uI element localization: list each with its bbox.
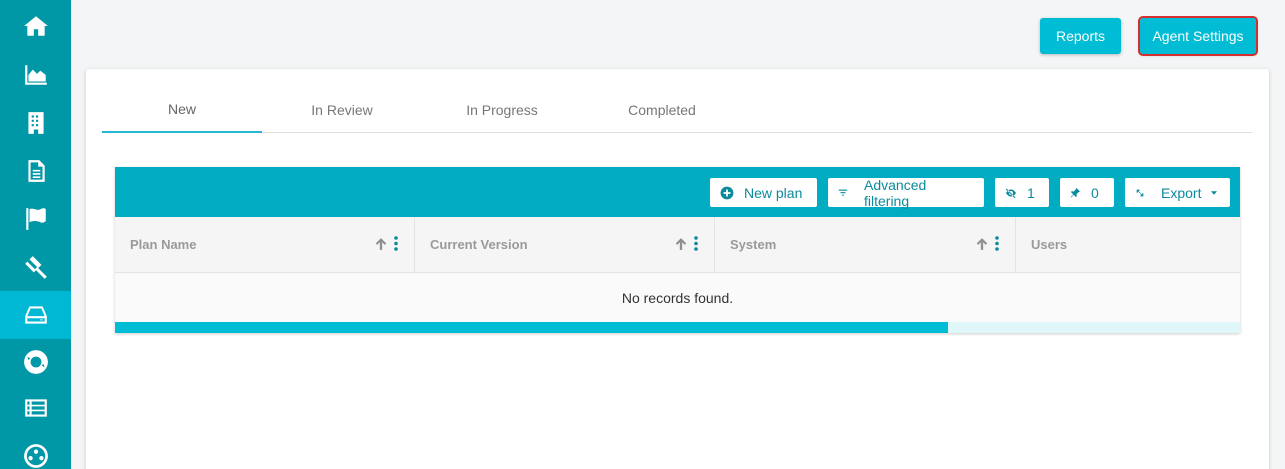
- list-icon: [24, 399, 47, 417]
- gavel-icon: [24, 256, 47, 279]
- sidebar-item-legal[interactable]: [0, 243, 71, 291]
- pin-icon: [1070, 187, 1081, 198]
- sort-up-icon[interactable]: [674, 237, 688, 251]
- column-system[interactable]: System: [715, 217, 1016, 273]
- plus-circle-icon: [720, 186, 734, 200]
- reports-button[interactable]: Reports: [1040, 18, 1121, 54]
- horizontal-scrollbar[interactable]: [115, 322, 1240, 333]
- new-plan-label: New plan: [744, 184, 803, 201]
- export-label: Export: [1161, 184, 1202, 201]
- tab-completed[interactable]: Completed: [582, 87, 742, 133]
- hidden-columns-button[interactable]: 1: [995, 178, 1049, 207]
- column-users[interactable]: Users: [1016, 217, 1240, 273]
- area-chart-icon: [24, 65, 47, 85]
- sidebar: [0, 0, 71, 469]
- column-label: Users: [1031, 237, 1068, 252]
- drive-icon: [24, 306, 47, 324]
- sidebar-item-home[interactable]: [0, 2, 71, 50]
- sidebar-item-support[interactable]: [0, 338, 71, 386]
- tab-new[interactable]: New: [102, 87, 262, 133]
- agent-settings-button[interactable]: Agent Settings: [1138, 16, 1258, 56]
- empty-message: No records found.: [115, 273, 1240, 323]
- table-toolbar: New plan Advanced filtering 1 0 Export: [115, 167, 1240, 217]
- hidden-columns-count: 1: [1027, 184, 1035, 201]
- flag-icon: [25, 208, 46, 230]
- document-icon: [27, 160, 45, 182]
- sidebar-item-list[interactable]: [0, 384, 71, 432]
- sidebar-item-storage[interactable]: [0, 291, 71, 339]
- column-menu-icon[interactable]: [394, 236, 398, 251]
- status-tabs: New In Review In Progress Completed: [102, 87, 1252, 133]
- column-current-version[interactable]: Current Version: [415, 217, 715, 273]
- caret-down-icon: [1211, 190, 1218, 195]
- pinned-columns-count: 0: [1091, 184, 1099, 201]
- lifebuoy-icon: [23, 350, 48, 374]
- table-header: Plan Name Current Version System Users: [115, 217, 1240, 273]
- export-icon: [1135, 188, 1145, 198]
- plans-card: New In Review In Progress Completed New …: [86, 69, 1269, 469]
- export-button[interactable]: Export: [1125, 178, 1230, 207]
- network-icon: [23, 444, 48, 468]
- advanced-filtering-button[interactable]: Advanced filtering: [828, 176, 984, 209]
- home-icon: [23, 16, 48, 36]
- column-plan-name[interactable]: Plan Name: [115, 217, 415, 273]
- sidebar-item-dashboard[interactable]: [0, 51, 71, 99]
- tab-in-progress[interactable]: In Progress: [422, 87, 582, 133]
- eye-off-icon: [1005, 187, 1017, 199]
- column-menu-icon[interactable]: [694, 236, 698, 251]
- sidebar-item-flags[interactable]: [0, 195, 71, 243]
- advanced-filtering-label: Advanced filtering: [864, 176, 927, 209]
- plans-table: New plan Advanced filtering 1 0 Export P…: [115, 167, 1240, 333]
- sidebar-item-network[interactable]: [0, 432, 71, 469]
- sidebar-item-documents[interactable]: [0, 147, 71, 195]
- column-label: Plan Name: [130, 237, 197, 252]
- filter-icon: [838, 188, 848, 198]
- tab-in-review[interactable]: In Review: [262, 87, 422, 133]
- sort-up-icon[interactable]: [975, 237, 989, 251]
- new-plan-button[interactable]: New plan: [710, 178, 817, 207]
- column-menu-icon[interactable]: [995, 236, 999, 251]
- sidebar-item-building[interactable]: [0, 99, 71, 147]
- pinned-columns-button[interactable]: 0: [1060, 178, 1114, 207]
- column-label: System: [730, 237, 777, 252]
- sort-up-icon[interactable]: [374, 237, 388, 251]
- scrollbar-thumb[interactable]: [115, 322, 948, 333]
- column-label: Current Version: [430, 237, 528, 252]
- building-icon: [27, 112, 44, 134]
